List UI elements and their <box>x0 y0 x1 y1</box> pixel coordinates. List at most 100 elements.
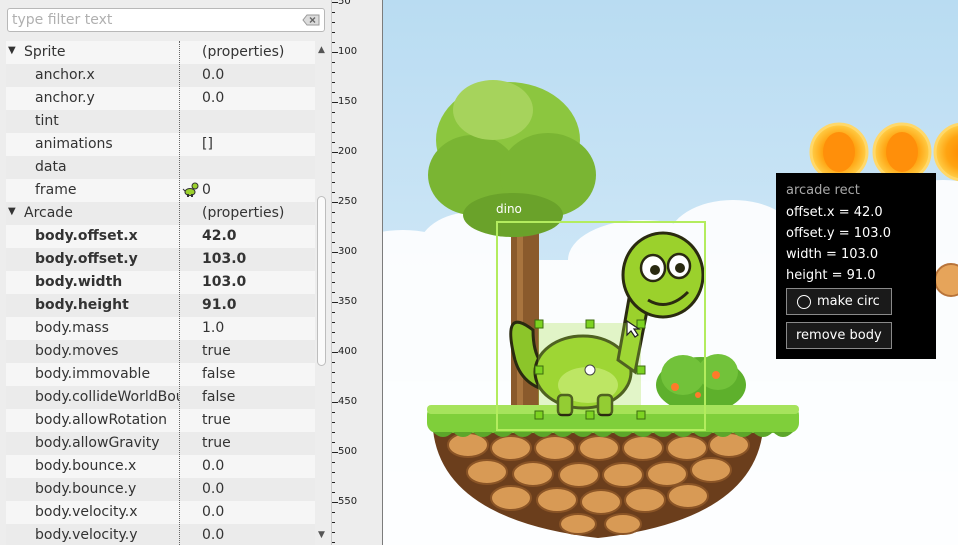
property-value[interactable]: 0.0 <box>202 458 224 474</box>
property-name: body.mass <box>35 320 109 336</box>
property-row[interactable]: body.bounce.y 0.0 <box>6 478 315 501</box>
property-category[interactable]: ▼ Sprite (properties) <box>6 41 315 64</box>
property-value[interactable]: 0 <box>182 182 211 198</box>
property-value[interactable]: 1.0 <box>202 320 224 336</box>
ruler-minor-tick <box>332 222 335 223</box>
ruler-minor-tick <box>332 92 335 93</box>
filter-field[interactable] <box>7 8 325 32</box>
property-row[interactable]: body.height 91.0 <box>6 294 315 317</box>
ruler-label: 100 <box>338 46 358 57</box>
dino-frame-icon <box>182 182 199 197</box>
property-name: body.allowRotation <box>35 412 168 428</box>
expand-arrow-icon[interactable]: ▼ <box>8 45 16 56</box>
property-name: body.bounce.y <box>35 481 137 497</box>
ruler-minor-tick <box>332 292 335 293</box>
property-value[interactable]: (properties) <box>202 44 284 60</box>
ruler-minor-tick <box>332 492 335 493</box>
property-row[interactable]: tint <box>6 110 315 133</box>
property-value[interactable]: 0.0 <box>202 527 224 543</box>
ruler-minor-tick <box>332 482 335 483</box>
scrollbar-thumb[interactable] <box>317 196 326 366</box>
ruler-minor-tick <box>332 532 335 533</box>
ruler-label: 500 <box>338 446 358 457</box>
property-value[interactable]: false <box>202 389 235 405</box>
ruler-minor-tick <box>332 282 335 283</box>
ruler-label: 50 <box>338 0 351 7</box>
sprite-name-label: dino <box>496 202 522 216</box>
property-row[interactable]: body.allowGravity true <box>6 432 315 455</box>
property-value[interactable]: true <box>202 343 231 359</box>
ruler-minor-tick <box>332 392 335 393</box>
ruler-label: 550 <box>338 496 358 507</box>
ruler-minor-tick <box>332 62 335 63</box>
remove-body-label: remove body <box>796 328 882 343</box>
expand-arrow-icon[interactable]: ▼ <box>8 206 16 217</box>
ruler-label: 250 <box>338 196 358 207</box>
property-value[interactable]: 0.0 <box>202 90 224 106</box>
ruler-minor-tick <box>332 192 335 193</box>
property-name: body.allowGravity <box>35 435 160 451</box>
ruler-minor-tick <box>332 512 335 513</box>
property-row[interactable]: frame 0 <box>6 179 315 202</box>
ruler-minor-tick <box>332 332 335 333</box>
ruler-minor-tick <box>332 12 335 13</box>
property-row[interactable]: anchor.x 0.0 <box>6 64 315 87</box>
property-value[interactable]: [] <box>202 136 213 152</box>
clear-filter-icon[interactable] <box>302 14 320 26</box>
remove-body-button[interactable]: remove body <box>786 322 892 349</box>
property-value[interactable]: 91.0 <box>202 297 237 313</box>
property-value[interactable]: true <box>202 435 231 451</box>
property-row[interactable]: body.immovable false <box>6 363 315 386</box>
property-name: tint <box>35 113 59 129</box>
ruler-minor-tick <box>332 442 335 443</box>
ruler-minor-tick <box>332 462 335 463</box>
arcade-body-info-panel: arcade rect offset.x = 42.0 offset.y = 1… <box>776 173 936 359</box>
scroll-up-icon[interactable]: ▲ <box>318 45 325 55</box>
filter-input[interactable] <box>12 12 300 28</box>
property-value[interactable]: (properties) <box>202 205 284 221</box>
property-row[interactable]: animations [] <box>6 133 315 156</box>
column-divider[interactable] <box>179 41 180 545</box>
property-name: body.offset.y <box>35 251 138 267</box>
property-row[interactable]: body.offset.x 42.0 <box>6 225 315 248</box>
property-row[interactable]: data <box>6 156 315 179</box>
property-row[interactable]: body.mass 1.0 <box>6 317 315 340</box>
scroll-down-icon[interactable]: ▼ <box>318 530 325 540</box>
property-row[interactable]: body.width 103.0 <box>6 271 315 294</box>
property-name: body.offset.x <box>35 228 138 244</box>
property-value[interactable]: 103.0 <box>202 251 246 267</box>
property-name: body.bounce.x <box>35 458 137 474</box>
property-category[interactable]: ▼ Arcade (properties) <box>6 202 315 225</box>
vertical-ruler: 50 100 150 200 250 300 350 400 450 500 550 <box>332 0 383 545</box>
property-value[interactable]: 0.0 <box>202 504 224 520</box>
property-value[interactable]: 103.0 <box>202 274 246 290</box>
property-value[interactable]: 42.0 <box>202 228 237 244</box>
make-circ-button[interactable]: make circ <box>786 288 892 315</box>
property-name: anchor.y <box>35 90 95 106</box>
property-scrollbar[interactable]: ▲ ▼ <box>315 41 329 545</box>
property-value[interactable]: 0.0 <box>202 67 224 83</box>
ruler-label: 450 <box>338 396 358 407</box>
property-name: body.width <box>35 274 123 290</box>
property-name: animations <box>35 136 113 152</box>
property-row[interactable]: body.collideWorldBounds false <box>6 386 315 409</box>
property-value[interactable]: true <box>202 412 231 428</box>
info-height: height = 91.0 <box>786 268 876 283</box>
ruler-label: 300 <box>338 246 358 257</box>
ruler-minor-tick <box>332 242 335 243</box>
property-row[interactable]: anchor.y 0.0 <box>6 87 315 110</box>
property-value[interactable]: false <box>202 366 235 382</box>
property-row[interactable]: body.moves true <box>6 340 315 363</box>
body-center-handle[interactable] <box>584 364 596 376</box>
ruler-minor-tick <box>332 312 335 313</box>
ruler-minor-tick <box>332 232 335 233</box>
ruler-minor-tick <box>332 322 335 323</box>
property-row[interactable]: body.allowRotation true <box>6 409 315 432</box>
property-row[interactable]: body.offset.y 103.0 <box>6 248 315 271</box>
property-row[interactable]: body.bounce.x 0.0 <box>6 455 315 478</box>
property-value[interactable]: 0.0 <box>202 481 224 497</box>
info-offset-x: offset.x = 42.0 <box>786 205 883 220</box>
property-row[interactable]: body.velocity.x 0.0 <box>6 501 315 524</box>
property-row[interactable]: body.velocity.y 0.0 <box>6 524 315 545</box>
property-name: body.moves <box>35 343 119 359</box>
